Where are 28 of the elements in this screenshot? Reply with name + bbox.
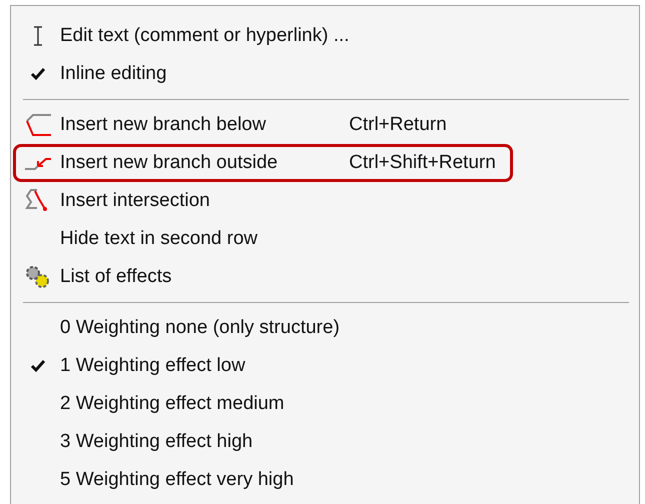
menu-item-label: 3 Weighting effect high	[60, 430, 254, 454]
menu-item[interactable]: 5 Weighting effect very high	[13, 461, 366, 499]
menu-item[interactable]: Inline editing	[13, 55, 366, 93]
menu-item[interactable]: 1 Weighting effect low	[13, 347, 366, 385]
shortcut-label: Ctrl+Shift+Return	[349, 150, 496, 175]
menu-item[interactable]: Insert intersection	[13, 182, 366, 220]
menu-item-label: Inline editing	[60, 62, 168, 86]
menu-item-label: Edit text (comment or hyperlink) ...	[60, 24, 350, 48]
menu-item-label: Insert intersection	[60, 188, 211, 213]
menu-item[interactable]: 2 Weighting effect medium	[13, 385, 366, 423]
menu-item[interactable]: List of effects	[13, 258, 366, 296]
shortcut-label: Ctrl+Return	[349, 112, 447, 137]
branch-icon	[23, 113, 53, 137]
menu-item-label: Hide text in second row	[60, 226, 258, 251]
menu-item[interactable]: Insert new branch outside Ctrl+Shift+Return	[13, 144, 513, 182]
menu-item[interactable]: 0 Weighting none (only structure)	[13, 309, 366, 347]
menu-item-label: Insert new branch outside	[60, 150, 279, 175]
menu-item[interactable]: Hide text in second row	[13, 220, 366, 258]
menu-item-label: 2 Weighting effect medium	[60, 392, 286, 416]
menu-item-label: 1 Weighting effect low	[60, 354, 246, 378]
menu-item[interactable]: Insert new branch below Ctrl+Return	[13, 106, 464, 144]
menu-item-label: Insert new branch below	[60, 112, 267, 137]
menu-item[interactable]: Edit text (comment or hyperlink) ...	[13, 17, 374, 55]
menu-item-label: 5 Weighting effect very high	[60, 468, 295, 492]
text-cursor-icon	[32, 26, 44, 46]
menu-item-label: List of effects	[60, 264, 173, 289]
menu-item[interactable]: 3 Weighting effect high	[13, 423, 366, 461]
menu-item-label: 0 Weighting none (only structure)	[60, 316, 341, 340]
